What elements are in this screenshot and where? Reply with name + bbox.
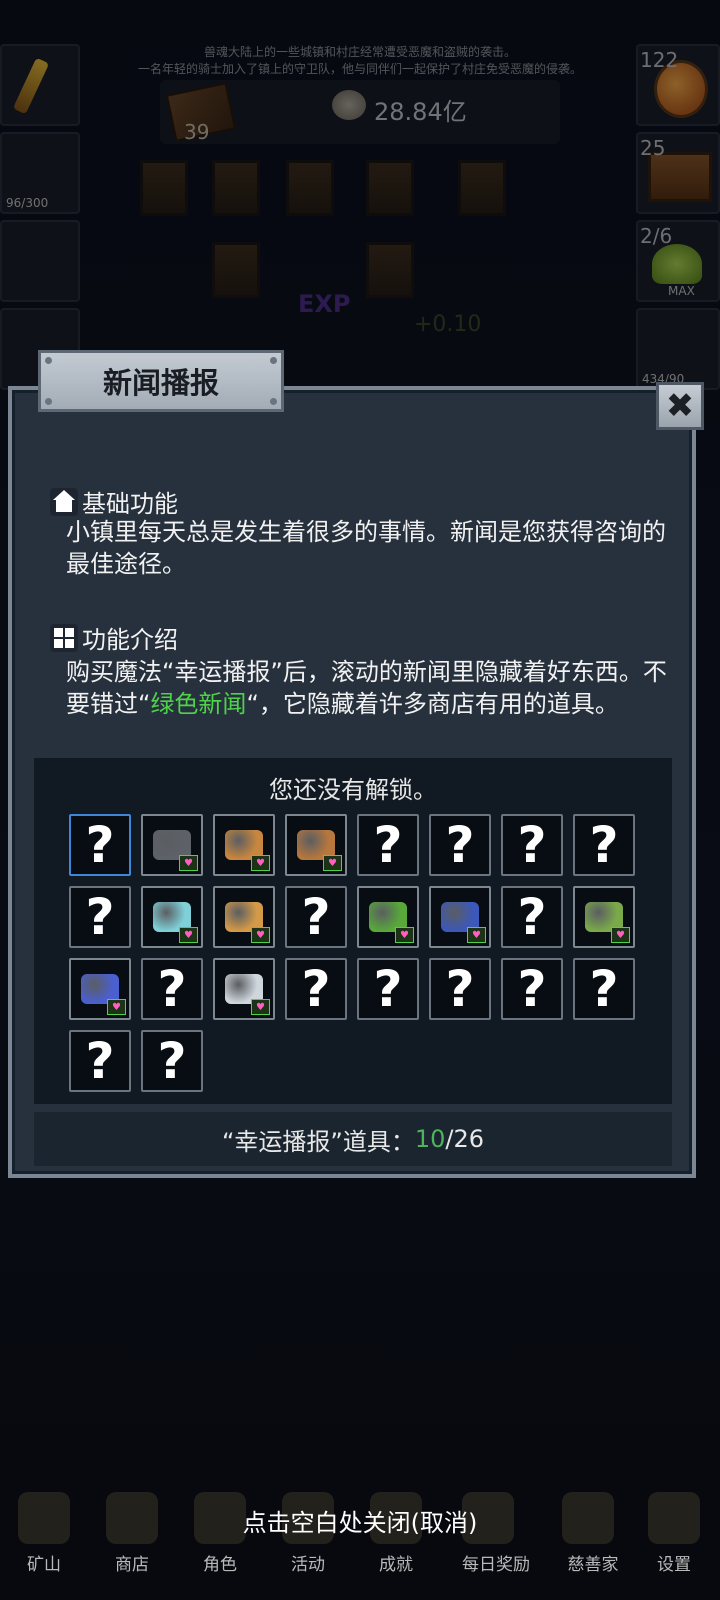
tap-to-close-hint[interactable]: 点击空白处关闭(取消) [0, 1503, 720, 1538]
question-mark-icon: ? [157, 1032, 187, 1090]
count-have: 10 [414, 1125, 446, 1153]
locked-item-slot[interactable]: ? [141, 1030, 203, 1092]
item-collection-panel: 您还没有解锁。 ? ♥ ♥ ♥????? ♥ ♥? ♥ ♥? ♥ ♥? ♥??????? [34, 758, 672, 1104]
unlocked-item-slot[interactable]: ♥ [213, 958, 275, 1020]
locked-item-slot[interactable]: ? [69, 1030, 131, 1092]
section-intro-header: 功能介绍 [50, 620, 178, 655]
question-mark-icon: ? [301, 960, 331, 1018]
locked-item-slot[interactable]: ? [69, 886, 131, 948]
question-mark-icon: ? [85, 1032, 115, 1090]
unlocked-item-slot[interactable]: ♥ [429, 886, 491, 948]
question-mark-icon: ? [589, 960, 619, 1018]
nav-label: 矿山 [27, 1555, 61, 1575]
modal-title: 新闻播报 [102, 366, 219, 400]
question-mark-icon: ? [517, 888, 547, 946]
nav-label: 慈善家 [567, 1555, 619, 1575]
locked-item-slot[interactable]: ? [573, 958, 635, 1020]
heart-badge-icon: ♥ [611, 927, 630, 943]
locked-item-slot[interactable]: ? [357, 814, 419, 876]
item-count-bar: “幸运播报”道具： 10 / 26 [34, 1112, 672, 1166]
question-mark-icon: ? [85, 888, 115, 946]
intro-text-b: “，它隐藏着许多商店有用的道具。 [246, 690, 619, 718]
nav-label: 成就 [379, 1555, 413, 1575]
nav-label: 活动 [291, 1555, 325, 1575]
question-mark-icon: ? [301, 888, 331, 946]
question-mark-icon: ? [445, 816, 475, 874]
locked-item-slot[interactable]: ? [429, 814, 491, 876]
question-mark-icon: ? [157, 960, 187, 1018]
heart-badge-icon: ♥ [323, 855, 342, 871]
close-button[interactable]: ✖ [656, 382, 704, 430]
nav-label: 每日奖励 [462, 1555, 530, 1575]
locked-item-slot[interactable]: ? [69, 814, 131, 876]
unlocked-item-slot[interactable]: ♥ [357, 886, 419, 948]
section-basic-title: 基础功能 [82, 490, 178, 518]
question-mark-icon: ? [85, 816, 115, 874]
locked-item-slot[interactable]: ? [429, 958, 491, 1020]
locked-item-slot[interactable]: ? [357, 958, 419, 1020]
question-mark-icon: ? [445, 960, 475, 1018]
locked-item-slot[interactable]: ? [501, 814, 563, 876]
question-mark-icon: ? [589, 816, 619, 874]
heart-badge-icon: ♥ [179, 927, 198, 943]
rivet-icon [45, 398, 52, 405]
locked-item-slot[interactable]: ? [501, 886, 563, 948]
locked-item-slot[interactable]: ? [573, 814, 635, 876]
unlocked-item-slot[interactable]: ♥ [573, 886, 635, 948]
locked-item-slot[interactable]: ? [501, 958, 563, 1020]
unlocked-item-slot[interactable]: ♥ [213, 886, 275, 948]
heart-badge-icon: ♥ [395, 927, 414, 943]
locked-item-slot[interactable]: ? [285, 886, 347, 948]
section-basic-text: 小镇里每天总是发生着很多的事情。新闻是您获得咨询的最佳途径。 [66, 518, 666, 578]
green-news-highlight: 绿色新闻 [150, 690, 247, 718]
question-mark-icon: ? [517, 816, 547, 874]
unlock-message: 您还没有解锁。 [269, 776, 437, 804]
heart-badge-icon: ♥ [251, 999, 270, 1015]
heart-badge-icon: ♥ [179, 855, 198, 871]
unlocked-item-slot[interactable]: ♥ [69, 958, 131, 1020]
nav-label: 商店 [115, 1555, 149, 1575]
heart-badge-icon: ♥ [251, 855, 270, 871]
rivet-icon [45, 357, 52, 364]
section-intro-text: 购买魔法“幸运播报”后，滚动的新闻里隐藏着好东西。不要错过“绿色新闻“，它隐藏着… [66, 656, 680, 720]
heart-badge-icon: ♥ [467, 927, 486, 943]
section-basic-header: 基础功能 [50, 484, 178, 519]
rivet-icon [270, 357, 277, 364]
section-intro-title: 功能介绍 [82, 626, 178, 654]
unlocked-item-slot[interactable]: ♥ [141, 886, 203, 948]
nav-label: 角色 [203, 1555, 237, 1575]
heart-badge-icon: ♥ [107, 999, 126, 1015]
rivet-icon [270, 398, 277, 405]
question-mark-icon: ? [373, 816, 403, 874]
nav-label: 设置 [657, 1555, 691, 1575]
count-label: “幸运播报”道具： [221, 1127, 415, 1156]
locked-item-slot[interactable]: ? [141, 958, 203, 1020]
modal-title-tab: 新闻播报 [38, 350, 284, 412]
grid-icon [50, 623, 78, 652]
heart-badge-icon: ♥ [251, 927, 270, 943]
locked-item-slot[interactable]: ? [285, 958, 347, 1020]
unlocked-item-slot[interactable]: ♥ [213, 814, 275, 876]
unlocked-item-slot[interactable]: ♥ [141, 814, 203, 876]
count-total: 26 [453, 1125, 485, 1153]
count-sep: / [445, 1125, 454, 1153]
question-mark-icon: ? [517, 960, 547, 1018]
unlocked-item-slot[interactable]: ♥ [285, 814, 347, 876]
home-icon [50, 487, 78, 516]
question-mark-icon: ? [373, 960, 403, 1018]
